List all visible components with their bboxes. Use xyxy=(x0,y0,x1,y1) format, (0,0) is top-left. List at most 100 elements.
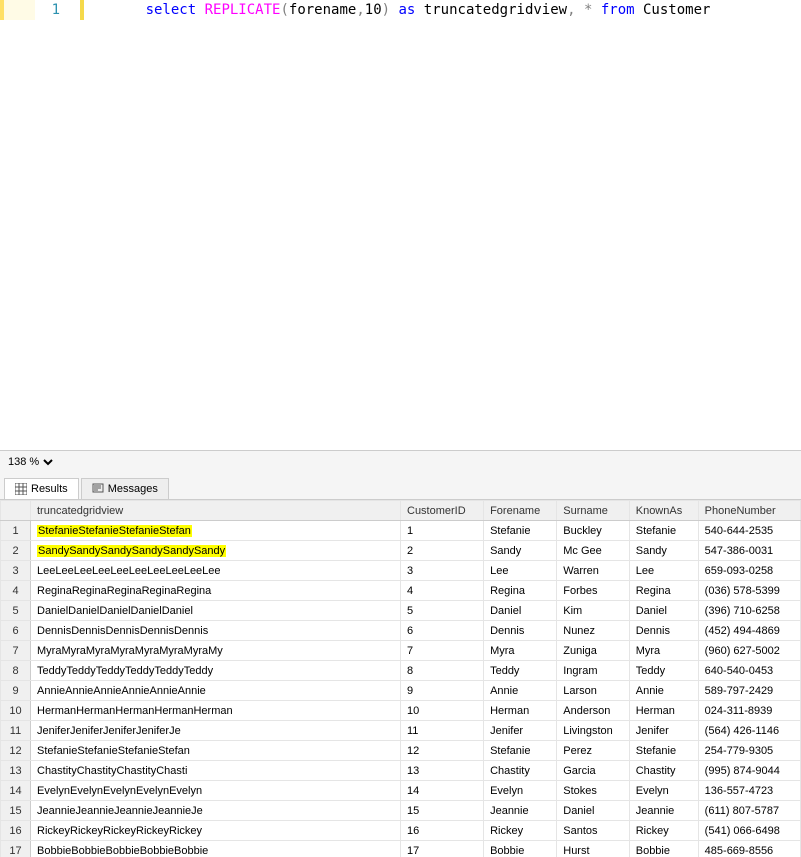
row-number[interactable]: 7 xyxy=(1,641,31,661)
cell[interactable]: HermanHermanHermanHermanHerman xyxy=(31,701,401,721)
cell[interactable]: JeniferJeniferJeniferJeniferJe xyxy=(31,721,401,741)
cell[interactable]: Livingston xyxy=(557,721,629,741)
cell[interactable]: 136-557-4723 xyxy=(698,781,800,801)
cell[interactable]: 3 xyxy=(401,561,484,581)
code-text[interactable]: select REPLICATE(forename,10) as truncat… xyxy=(70,0,710,34)
cell[interactable]: (036) 578-5399 xyxy=(698,581,800,601)
table-row[interactable]: 17BobbieBobbieBobbieBobbieBobbie17Bobbie… xyxy=(1,841,801,857)
cell[interactable]: AnnieAnnieAnnieAnnieAnnieAnnie xyxy=(31,681,401,701)
table-row[interactable]: 5DanielDanielDanielDanielDaniel5DanielKi… xyxy=(1,601,801,621)
cell[interactable]: Chastity xyxy=(629,761,698,781)
cell[interactable]: RickeyRickeyRickeyRickeyRickey xyxy=(31,821,401,841)
cell[interactable]: Perez xyxy=(557,741,629,761)
row-number[interactable]: 14 xyxy=(1,781,31,801)
cell[interactable]: Stefanie xyxy=(629,521,698,541)
cell[interactable]: Rickey xyxy=(484,821,557,841)
row-number[interactable]: 16 xyxy=(1,821,31,841)
cell[interactable]: DennisDennisDennisDennisDennis xyxy=(31,621,401,641)
cell[interactable]: Ingram xyxy=(557,661,629,681)
results-grid[interactable]: truncatedgridview CustomerID Forename Su… xyxy=(0,500,801,857)
row-number[interactable]: 13 xyxy=(1,761,31,781)
cell[interactable]: StefanieStefanieStefanieStefan xyxy=(31,521,401,541)
cell[interactable]: JeannieJeannieJeannieJeannieJe xyxy=(31,801,401,821)
cell[interactable]: Zuniga xyxy=(557,641,629,661)
cell[interactable]: Daniel xyxy=(484,601,557,621)
cell[interactable]: MyraMyraMyraMyraMyraMyraMyraMy xyxy=(31,641,401,661)
cell[interactable]: Dennis xyxy=(484,621,557,641)
cell[interactable]: Buckley xyxy=(557,521,629,541)
cell[interactable]: Regina xyxy=(484,581,557,601)
row-number[interactable]: 15 xyxy=(1,801,31,821)
cell[interactable]: Stefanie xyxy=(484,741,557,761)
cell[interactable]: Forbes xyxy=(557,581,629,601)
row-number[interactable]: 11 xyxy=(1,721,31,741)
cell[interactable]: 10 xyxy=(401,701,484,721)
cell[interactable]: Lee xyxy=(629,561,698,581)
cell[interactable]: 254-779-9305 xyxy=(698,741,800,761)
cell[interactable]: Jenifer xyxy=(629,721,698,741)
cell[interactable]: Evelyn xyxy=(629,781,698,801)
cell[interactable]: TeddyTeddyTeddyTeddyTeddyTeddy xyxy=(31,661,401,681)
row-number[interactable]: 1 xyxy=(1,521,31,541)
col-truncatedgridview[interactable]: truncatedgridview xyxy=(31,501,401,521)
cell[interactable]: Larson xyxy=(557,681,629,701)
table-row[interactable]: 3LeeLeeLeeLeeLeeLeeLeeLeeLeeLee3LeeWarre… xyxy=(1,561,801,581)
table-row[interactable]: 8TeddyTeddyTeddyTeddyTeddyTeddy8TeddyIng… xyxy=(1,661,801,681)
cell[interactable]: Rickey xyxy=(629,821,698,841)
row-number[interactable]: 4 xyxy=(1,581,31,601)
cell[interactable]: 659-093-0258 xyxy=(698,561,800,581)
table-row[interactable]: 4ReginaReginaReginaReginaRegina4ReginaFo… xyxy=(1,581,801,601)
cell[interactable]: SandySandySandySandySandySandy xyxy=(31,541,401,561)
table-row[interactable]: 9AnnieAnnieAnnieAnnieAnnieAnnie9 AnnieLar… xyxy=(1,681,801,701)
cell[interactable]: 4 xyxy=(401,581,484,601)
cell[interactable]: 9 xyxy=(401,681,484,701)
cell[interactable]: 589-797-2429 xyxy=(698,681,800,701)
row-number[interactable]: 3 xyxy=(1,561,31,581)
row-number[interactable]: 17 xyxy=(1,841,31,857)
cell[interactable]: Herman xyxy=(629,701,698,721)
table-row[interactable]: 6DennisDennisDennisDennisDennis6DennisNu… xyxy=(1,621,801,641)
cell[interactable]: Nunez xyxy=(557,621,629,641)
cell[interactable]: ReginaReginaReginaReginaRegina xyxy=(31,581,401,601)
cell[interactable]: Annie xyxy=(629,681,698,701)
table-row[interactable]: 16RickeyRickeyRickeyRickeyRickey16Rickey… xyxy=(1,821,801,841)
row-number[interactable]: 6 xyxy=(1,621,31,641)
table-row[interactable]: 12StefanieStefanieStefanieStefan12Stefan… xyxy=(1,741,801,761)
cell[interactable]: Lee xyxy=(484,561,557,581)
cell[interactable]: Garcia xyxy=(557,761,629,781)
cell[interactable]: Stokes xyxy=(557,781,629,801)
table-row[interactable]: 11JeniferJeniferJeniferJeniferJe11Jenife… xyxy=(1,721,801,741)
cell[interactable]: 024-311-8939 xyxy=(698,701,800,721)
cell[interactable]: Sandy xyxy=(484,541,557,561)
row-number[interactable]: 9 xyxy=(1,681,31,701)
cell[interactable]: LeeLeeLeeLeeLeeLeeLeeLeeLeeLee xyxy=(31,561,401,581)
table-row[interactable]: 1StefanieStefanieStefanieStefan1Stefanie… xyxy=(1,521,801,541)
cell[interactable]: Teddy xyxy=(484,661,557,681)
cell[interactable]: Mc Gee xyxy=(557,541,629,561)
cell[interactable]: 7 xyxy=(401,641,484,661)
corner-cell[interactable] xyxy=(1,501,31,521)
cell[interactable]: EvelynEvelynEvelynEvelynEvelyn xyxy=(31,781,401,801)
cell[interactable]: Santos xyxy=(557,821,629,841)
table-row[interactable]: 13ChastityChastityChastityChasti13Chasti… xyxy=(1,761,801,781)
cell[interactable]: Evelyn xyxy=(484,781,557,801)
cell[interactable]: BobbieBobbieBobbieBobbieBobbie xyxy=(31,841,401,857)
table-row[interactable]: 15JeannieJeannieJeannieJeannieJe15Jeanni… xyxy=(1,801,801,821)
cell[interactable]: 13 xyxy=(401,761,484,781)
cell[interactable]: 17 xyxy=(401,841,484,857)
cell[interactable]: Stefanie xyxy=(484,521,557,541)
cell[interactable]: (396) 710-6258 xyxy=(698,601,800,621)
cell[interactable]: (995) 874-9044 xyxy=(698,761,800,781)
row-number[interactable]: 2 xyxy=(1,541,31,561)
cell[interactable]: 5 xyxy=(401,601,484,621)
cell[interactable]: (960) 627-5002 xyxy=(698,641,800,661)
cell[interactable]: Anderson xyxy=(557,701,629,721)
col-surname[interactable]: Surname xyxy=(557,501,629,521)
cell[interactable]: 6 xyxy=(401,621,484,641)
cell[interactable]: Herman xyxy=(484,701,557,721)
cell[interactable]: 16 xyxy=(401,821,484,841)
cell[interactable]: (452) 494-4869 xyxy=(698,621,800,641)
zoom-select[interactable]: 138 % xyxy=(4,455,56,469)
col-customerid[interactable]: CustomerID xyxy=(401,501,484,521)
row-number[interactable]: 12 xyxy=(1,741,31,761)
